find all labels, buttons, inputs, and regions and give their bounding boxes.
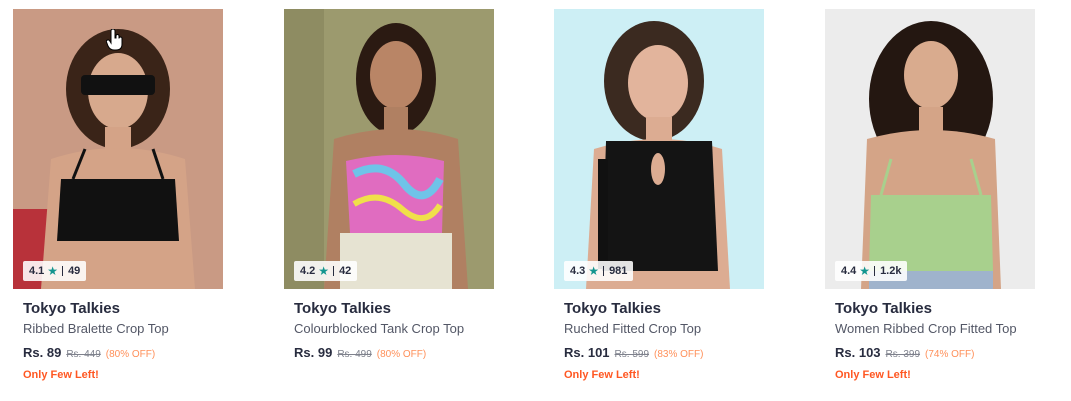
- discounted-price: Rs. 103: [835, 345, 881, 360]
- original-price: Rs. 499: [337, 349, 372, 360]
- product-image[interactable]: 4.4 ★ 1.2k: [825, 9, 1035, 289]
- product-image[interactable]: 4.1 ★ 49: [13, 9, 223, 289]
- rating-count: 49: [68, 265, 81, 277]
- original-price: Rs. 399: [885, 349, 921, 360]
- discount-percent: (83% OFF): [654, 349, 704, 360]
- product-card[interactable]: 4.3 ★ 981 Tokyo Talkies Ruched Fitted Cr…: [554, 9, 764, 382]
- product-name: Colourblocked Tank Crop Top: [294, 321, 465, 336]
- discounted-price: Rs. 99: [294, 345, 333, 360]
- rating-value: 4.1: [29, 265, 45, 277]
- rating-value: 4.2: [300, 265, 316, 277]
- product-name: Women Ribbed Crop Fitted Top: [835, 321, 1017, 336]
- rating-badge: 4.2 ★ 42: [294, 261, 358, 281]
- divider: [62, 266, 64, 276]
- discounted-price: Rs. 101: [564, 345, 610, 360]
- product-image[interactable]: 4.3 ★ 981: [554, 9, 764, 289]
- rating-value: 4.3: [570, 265, 586, 277]
- product-card[interactable]: 4.1 ★ 49 Tokyo Talkies Ribbed Bralette C…: [13, 9, 223, 382]
- rating-badge: 4.1 ★ 49: [23, 261, 87, 281]
- star-icon: ★: [47, 264, 59, 278]
- price-row: Rs. 89 Rs. 449 (80% OFF): [13, 345, 223, 363]
- stock-note: Only Few Left!: [564, 369, 640, 381]
- discounted-price: Rs. 89: [23, 345, 62, 360]
- original-price: Rs. 599: [614, 349, 650, 360]
- stock-note: Only Few Left!: [23, 369, 99, 381]
- divider: [333, 266, 335, 276]
- original-price: Rs. 449: [66, 349, 101, 360]
- product-name: Ruched Fitted Crop Top: [564, 321, 702, 336]
- rating-count: 981: [609, 265, 628, 277]
- discount-percent: (80% OFF): [376, 349, 427, 360]
- rating-badge: 4.3 ★ 981: [564, 261, 634, 281]
- rating-badge: 4.4 ★ 1.2k: [835, 261, 908, 281]
- discount-percent: (80% OFF): [105, 349, 156, 360]
- price-row: Rs. 99 Rs. 499 (80% OFF): [284, 345, 494, 363]
- divider: [874, 266, 876, 276]
- product-brand: Tokyo Talkies: [294, 300, 391, 317]
- divider: [603, 266, 605, 276]
- star-icon: ★: [318, 264, 330, 278]
- product-brand: Tokyo Talkies: [835, 300, 932, 317]
- star-icon: ★: [588, 264, 600, 278]
- price-row: Rs. 101 Rs. 599 (83% OFF): [554, 345, 764, 363]
- product-name: Ribbed Bralette Crop Top: [23, 321, 169, 336]
- stock-note: Only Few Left!: [835, 369, 911, 381]
- discount-percent: (74% OFF): [925, 349, 975, 360]
- product-grid: 4.1 ★ 49 Tokyo Talkies Ribbed Bralette C…: [0, 0, 1071, 401]
- star-icon: ★: [859, 264, 871, 278]
- product-image[interactable]: 4.2 ★ 42: [284, 9, 494, 289]
- product-card[interactable]: 4.2 ★ 42 Tokyo Talkies Colourblocked Tan…: [284, 9, 494, 368]
- product-card[interactable]: 4.4 ★ 1.2k Tokyo Talkies Women Ribbed Cr…: [825, 9, 1035, 382]
- product-brand: Tokyo Talkies: [23, 300, 120, 317]
- rating-count: 42: [339, 265, 352, 277]
- rating-value: 4.4: [841, 265, 857, 277]
- product-brand: Tokyo Talkies: [564, 300, 661, 317]
- price-row: Rs. 103 Rs. 399 (74% OFF): [825, 345, 1035, 363]
- rating-count: 1.2k: [880, 265, 902, 277]
